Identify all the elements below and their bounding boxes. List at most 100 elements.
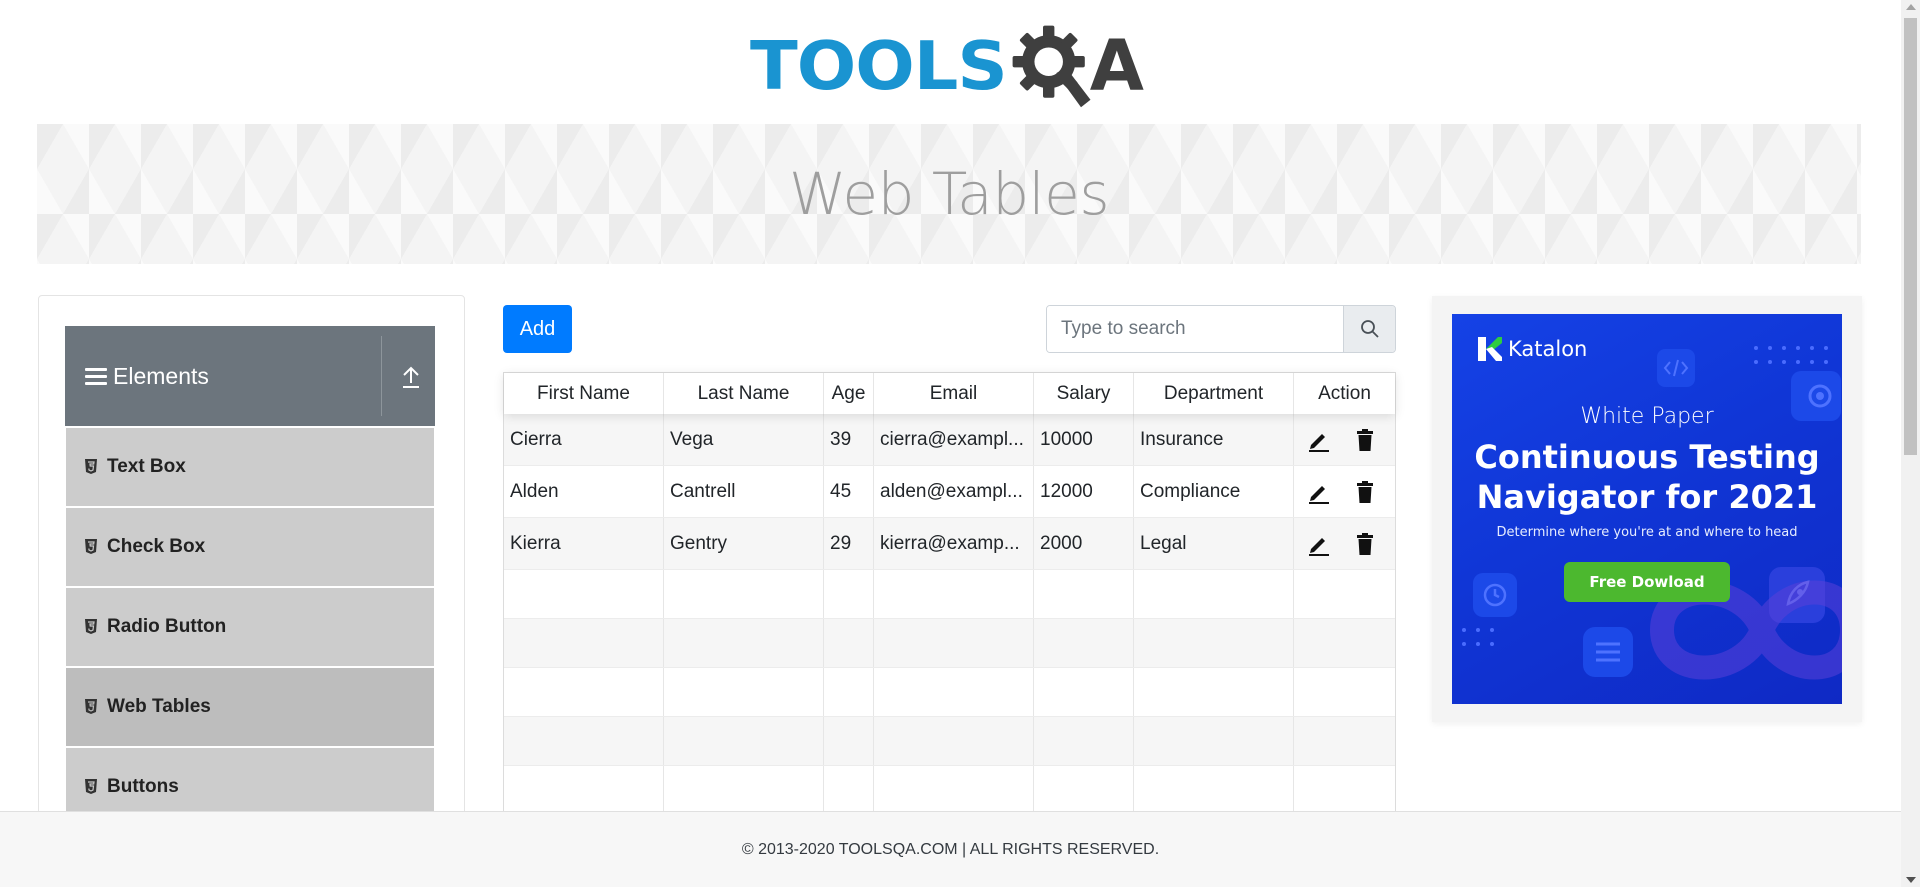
collapse-up-icon[interactable] bbox=[400, 362, 422, 390]
empty-cell bbox=[1034, 570, 1134, 618]
search-input[interactable] bbox=[1047, 306, 1343, 352]
sidebar-item-label: Web Tables bbox=[107, 696, 211, 717]
group-header-elements[interactable]: Elements bbox=[65, 326, 435, 426]
empty-cell bbox=[1294, 668, 1395, 716]
ad-headline-line: Navigator for 2021 bbox=[1476, 478, 1818, 516]
free-download-button[interactable]: Free Dowload bbox=[1564, 562, 1730, 602]
empty-table-row bbox=[504, 766, 1395, 815]
empty-cell bbox=[824, 717, 874, 765]
html5-icon bbox=[85, 699, 97, 714]
column-header-email[interactable]: Email bbox=[874, 373, 1034, 414]
empty-cell bbox=[504, 766, 664, 814]
empty-cell bbox=[664, 619, 824, 667]
empty-cell bbox=[874, 570, 1034, 618]
empty-cell bbox=[1134, 668, 1294, 716]
cell-department: Insurance bbox=[1134, 414, 1294, 465]
sidebar-item-web-tables[interactable]: Web Tables bbox=[66, 668, 434, 746]
cell-salary: 12000 bbox=[1034, 466, 1134, 517]
sidebar-item-label: Text Box bbox=[107, 456, 186, 477]
sidebar-item-text-box[interactable]: Text Box bbox=[66, 428, 434, 506]
empty-cell bbox=[1294, 570, 1395, 618]
empty-cell bbox=[1134, 766, 1294, 814]
empty-cell bbox=[664, 717, 824, 765]
empty-cell bbox=[504, 570, 664, 618]
katalon-ad[interactable]: Katalon White Paper Continuous Testing N… bbox=[1452, 314, 1842, 704]
ad-subtext: Determine where you're at and where to h… bbox=[1496, 525, 1798, 540]
empty-table-row bbox=[504, 717, 1395, 766]
empty-cell bbox=[1134, 619, 1294, 667]
ad-eyebrow: White Paper bbox=[1580, 404, 1714, 429]
column-header-age[interactable]: Age bbox=[824, 373, 874, 414]
add-record-button[interactable]: Add bbox=[503, 305, 572, 353]
empty-cell bbox=[1034, 717, 1134, 765]
logo-text-a: A bbox=[1089, 24, 1144, 107]
column-header-last-name[interactable]: Last Name bbox=[664, 373, 824, 414]
empty-table-row bbox=[504, 668, 1395, 717]
cell-action bbox=[1294, 414, 1395, 465]
sidebar-item-label: Buttons bbox=[107, 776, 179, 797]
empty-cell bbox=[504, 619, 664, 667]
empty-cell bbox=[504, 668, 664, 716]
cell-department: Compliance bbox=[1134, 466, 1294, 517]
footer: © 2013-2020 TOOLSQA.COM | ALL RIGHTS RES… bbox=[0, 811, 1901, 887]
cell-action bbox=[1294, 466, 1395, 517]
delete-icon[interactable] bbox=[1352, 427, 1378, 453]
cell-age: 39 bbox=[824, 414, 874, 465]
empty-cell bbox=[504, 717, 664, 765]
html5-icon bbox=[85, 539, 97, 554]
cell-age: 45 bbox=[824, 466, 874, 517]
gear-icon bbox=[1012, 25, 1091, 108]
cell-salary: 10000 bbox=[1034, 414, 1134, 465]
column-header-department[interactable]: Department bbox=[1134, 373, 1294, 414]
column-header-salary[interactable]: Salary bbox=[1034, 373, 1134, 414]
html5-icon bbox=[85, 459, 97, 474]
sidebar-item-radio-button[interactable]: Radio Button bbox=[66, 588, 434, 666]
edit-icon[interactable] bbox=[1306, 531, 1332, 557]
hamburger-icon bbox=[85, 367, 107, 385]
cell-action bbox=[1294, 518, 1395, 569]
scroll-thumb[interactable] bbox=[1904, 18, 1917, 455]
footer-copyright: © 2013-2020 TOOLSQA.COM | ALL RIGHTS RES… bbox=[741, 840, 1160, 858]
edit-icon[interactable] bbox=[1306, 427, 1332, 453]
vertical-scrollbar[interactable] bbox=[1901, 0, 1920, 887]
empty-cell bbox=[1294, 766, 1395, 814]
katalon-logo-icon bbox=[1478, 337, 1502, 361]
logo-text-tools: TOOLS bbox=[750, 26, 1008, 105]
sidebar-item-label: Check Box bbox=[107, 536, 206, 557]
sidebar-item-label: Radio Button bbox=[107, 616, 227, 637]
cell-email: cierra@exampl... bbox=[874, 414, 1034, 465]
cell-last-name: Gentry bbox=[664, 518, 824, 569]
html5-icon bbox=[85, 779, 97, 794]
delete-icon[interactable] bbox=[1352, 531, 1378, 557]
search-button[interactable] bbox=[1343, 306, 1395, 352]
sidebar-item-check-box[interactable]: Check Box bbox=[66, 508, 434, 586]
empty-cell bbox=[824, 668, 874, 716]
cell-last-name: Vega bbox=[664, 414, 824, 465]
scroll-down-arrow-icon[interactable] bbox=[1906, 877, 1916, 883]
empty-table-row bbox=[504, 570, 1395, 619]
dot-grid-decoration bbox=[1754, 346, 1828, 364]
page-title: Web Tables bbox=[788, 160, 1110, 228]
web-table: First Name Last Name Age Email Salary De… bbox=[503, 372, 1396, 887]
empty-cell bbox=[874, 766, 1034, 814]
empty-cell bbox=[824, 766, 874, 814]
edit-icon[interactable] bbox=[1306, 479, 1332, 505]
empty-cell bbox=[1034, 619, 1134, 667]
empty-cell bbox=[874, 668, 1034, 716]
column-header-first-name[interactable]: First Name bbox=[504, 373, 664, 414]
scroll-up-arrow-icon[interactable] bbox=[1906, 4, 1916, 10]
header-divider bbox=[381, 336, 382, 416]
empty-cell bbox=[1034, 668, 1134, 716]
code-icon bbox=[1657, 349, 1695, 387]
empty-cell bbox=[1294, 717, 1395, 765]
cell-salary: 2000 bbox=[1034, 518, 1134, 569]
katalon-logo: Katalon bbox=[1478, 337, 1587, 361]
cell-last-name: Cantrell bbox=[664, 466, 824, 517]
cell-email: alden@exampl... bbox=[874, 466, 1034, 517]
empty-table-row bbox=[504, 619, 1395, 668]
empty-cell bbox=[1134, 717, 1294, 765]
page-banner: Web Tables bbox=[37, 124, 1861, 264]
table-row: Alden Cantrell 45 alden@exampl... 12000 … bbox=[504, 466, 1395, 518]
toolsqa-logo[interactable]: TOOLS A bbox=[750, 18, 1160, 113]
delete-icon[interactable] bbox=[1352, 479, 1378, 505]
